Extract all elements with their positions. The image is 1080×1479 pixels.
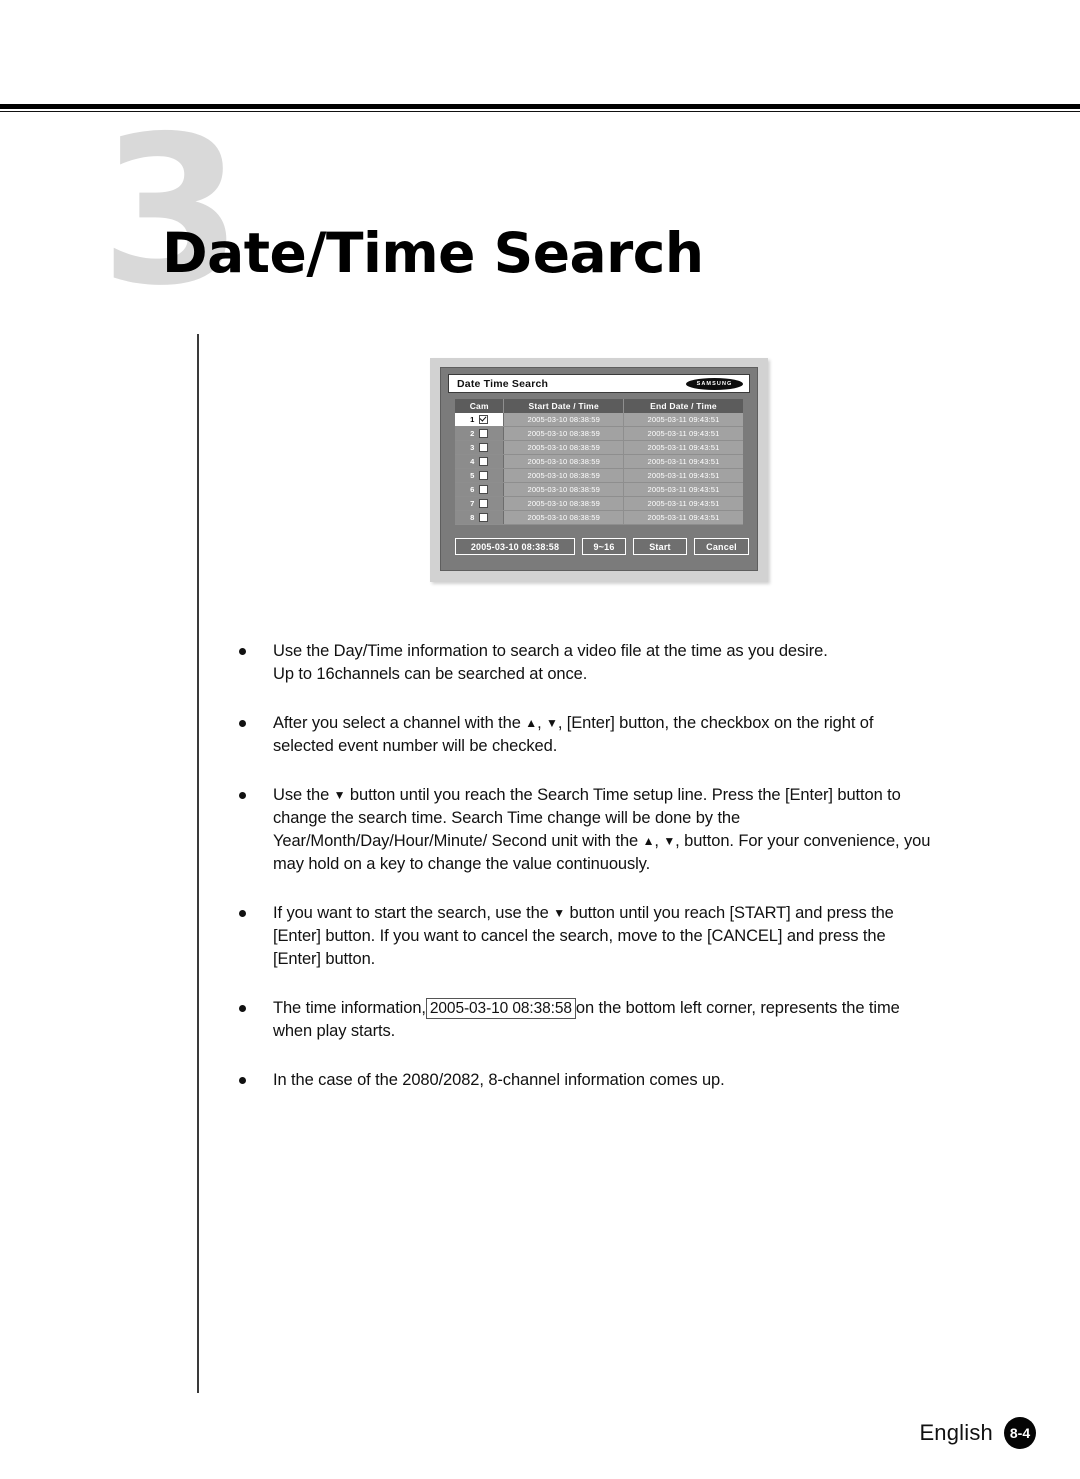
cam-number: 3 [470,443,475,452]
checkbox-icon[interactable] [479,485,489,494]
end-datetime-cell: 2005-03-11 09:43:51 [623,482,743,497]
cam-number: 4 [470,457,475,466]
cam-cell[interactable]: 6 [455,482,505,497]
table-row[interactable]: 2 2005-03-10 08:38:59 2005-03-11 09:43:51 [455,426,743,441]
cam-number: 1 [470,415,475,424]
column-header-end: End Date / Time [623,399,743,413]
table-header-row: Cam Start Date / Time End Date / Time [455,399,743,413]
start-datetime-cell: 2005-03-10 08:38:59 [503,440,624,455]
table-row[interactable]: 4 2005-03-10 08:38:59 2005-03-11 09:43:51 [455,454,743,469]
list-item: After you select a channel with the ▲, ▼… [237,712,937,758]
checkbox-icon[interactable] [479,471,489,480]
start-datetime-cell: 2005-03-10 08:38:59 [503,482,624,497]
bullet-text: , [654,832,664,850]
cam-cell[interactable]: 5 [455,468,505,483]
cam-number: 5 [470,471,475,480]
page-title: Date/Time Search [162,221,704,285]
dvr-screenshot-figure: Date Time Search SAMSUNG Cam Start Date … [430,358,768,582]
dvr-window-title: Date Time Search [457,377,549,390]
footer-language: English [919,1420,993,1445]
start-datetime-cell: 2005-03-10 08:38:59 [503,510,624,525]
dvr-panel: Date Time Search SAMSUNG Cam Start Date … [440,367,758,571]
end-datetime-cell: 2005-03-11 09:43:51 [623,454,743,469]
table-row[interactable]: 7 2005-03-10 08:38:59 2005-03-11 09:43:51 [455,496,743,511]
cam-number: 7 [470,499,475,508]
start-datetime-cell: 2005-03-10 08:38:59 [503,496,624,511]
bullet-text: Use the [273,786,334,804]
chapter-heading: 3 Date/Time Search [100,110,800,315]
table-row[interactable]: 5 2005-03-10 08:38:59 2005-03-11 09:43:51 [455,468,743,483]
bullet-text: , [537,714,547,732]
search-time-field[interactable]: 2005-03-10 08:38:58 [455,538,575,555]
arrow-down-icon: ▼ [663,834,676,848]
end-datetime-cell: 2005-03-11 09:43:51 [623,496,743,511]
instruction-list: Use the Day/Time information to search a… [237,640,937,1118]
cancel-button[interactable]: Cancel [694,538,749,555]
arrow-up-icon: ▲ [642,834,655,848]
checkbox-icon[interactable] [479,457,489,466]
start-datetime-cell: 2005-03-10 08:38:59 [503,426,624,441]
arrow-up-icon: ▲ [525,716,538,730]
cam-cell[interactable]: 7 [455,496,505,511]
end-datetime-cell: 2005-03-11 09:43:51 [623,426,743,441]
cam-cell[interactable]: 4 [455,454,505,469]
arrow-down-icon: ▼ [546,716,558,730]
cam-cell[interactable]: 8 [455,510,505,525]
end-datetime-cell: 2005-03-11 09:43:51 [623,440,743,455]
cam-cell[interactable]: 1 [455,413,505,427]
cam-cell[interactable]: 3 [455,440,505,455]
dvr-button-bar: 2005-03-10 08:38:58 9~16 Start Cancel [455,538,749,555]
checkbox-icon[interactable] [479,513,489,522]
dvr-table-body: 1 2005-03-10 08:38:59 2005-03-11 09:43:51 2… [455,413,743,525]
list-item: If you want to start the search, use the… [237,902,937,971]
bullet-text: In the case of the 2080/2082, 8-channel … [273,1071,725,1089]
end-datetime-cell: 2005-03-11 09:43:51 [623,413,743,427]
channel-range-button[interactable]: 9~16 [582,538,626,555]
start-datetime-cell: 2005-03-10 08:38:59 [503,454,624,469]
column-header-cam: Cam [455,399,505,413]
dvr-channel-table: Cam Start Date / Time End Date / Time 1 2… [455,399,743,525]
end-datetime-cell: 2005-03-11 09:43:51 [623,468,743,483]
checkbox-checked-icon[interactable] [479,415,489,424]
checkbox-icon[interactable] [479,443,489,452]
inline-time-value: 2005-03-10 08:38:58 [425,998,576,1019]
cam-number: 6 [470,485,475,494]
checkbox-icon[interactable] [479,429,489,438]
arrow-down-icon: ▼ [553,906,566,920]
table-row[interactable]: 6 2005-03-10 08:38:59 2005-03-11 09:43:51 [455,482,743,497]
list-item: The time information, 2005-03-10 08:38:58… [237,997,937,1043]
bullet-text: Use the Day/Time information to search a… [273,642,828,660]
content-divider [197,334,199,1393]
start-datetime-cell: 2005-03-10 08:38:59 [503,468,624,483]
samsung-logo-icon: SAMSUNG [686,377,743,390]
checkbox-icon[interactable] [479,499,489,508]
page-footer: English 8-4 [919,1417,1036,1449]
bullet-text: Up to 16channels can be searched at once… [273,665,588,683]
column-header-start: Start Date / Time [503,399,624,413]
bullet-text: If you want to start the search, use the [273,904,554,922]
bullet-text: After you select a channel with the [273,714,526,732]
start-button[interactable]: Start [633,538,687,555]
page-number-badge: 8-4 [1004,1417,1036,1449]
bullet-text: The time information, [273,999,426,1017]
cam-cell[interactable]: 2 [455,426,505,441]
cam-number: 2 [470,429,475,438]
cam-number: 8 [470,513,475,522]
table-row[interactable]: 3 2005-03-10 08:38:59 2005-03-11 09:43:51 [455,440,743,455]
list-item: In the case of the 2080/2082, 8-channel … [237,1069,937,1092]
table-row[interactable]: 8 2005-03-10 08:38:59 2005-03-11 09:43:51 [455,510,743,525]
start-datetime-cell: 2005-03-10 08:38:59 [503,413,624,427]
end-datetime-cell: 2005-03-11 09:43:51 [623,510,743,525]
arrow-down-icon: ▼ [333,788,346,802]
table-row[interactable]: 1 2005-03-10 08:38:59 2005-03-11 09:43:51 [455,413,743,427]
list-item: Use the ▼ button until you reach the Sea… [237,784,937,876]
list-item: Use the Day/Time information to search a… [237,640,937,686]
dvr-titlebar: Date Time Search SAMSUNG [448,374,750,393]
